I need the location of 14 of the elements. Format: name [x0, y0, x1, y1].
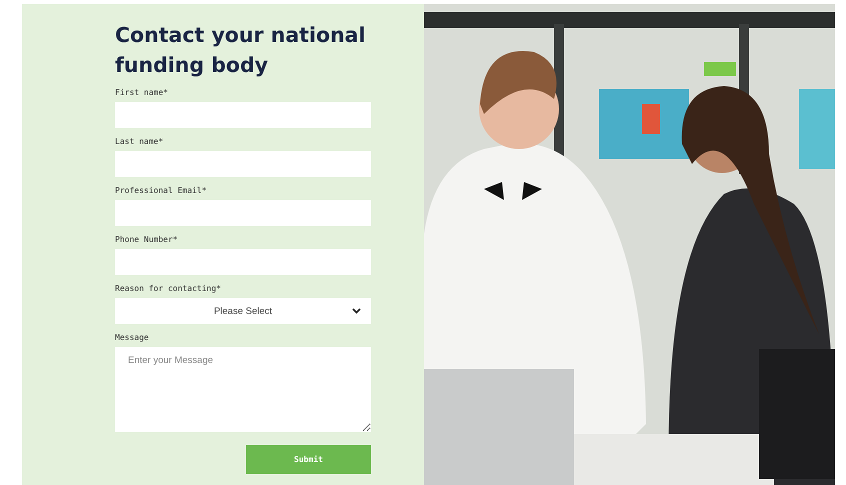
input-field[interactable]: [115, 102, 371, 128]
field-label: Professional Email*: [115, 186, 208, 196]
chevron-down-icon: [352, 308, 361, 314]
input-field[interactable]: [115, 249, 371, 275]
select-field[interactable]: Please Select: [115, 298, 371, 324]
field-label: First name*: [115, 88, 169, 98]
field-label: Reason for contacting*: [115, 284, 222, 294]
field-label: Message: [115, 333, 150, 343]
input-field[interactable]: [115, 151, 371, 177]
input-field[interactable]: [115, 200, 371, 226]
field-label: Phone Number*: [115, 235, 179, 245]
message-field[interactable]: Enter your Message: [115, 347, 371, 432]
form-heading: Contact your national funding body: [115, 22, 367, 79]
field-label: Last name*: [115, 137, 164, 147]
